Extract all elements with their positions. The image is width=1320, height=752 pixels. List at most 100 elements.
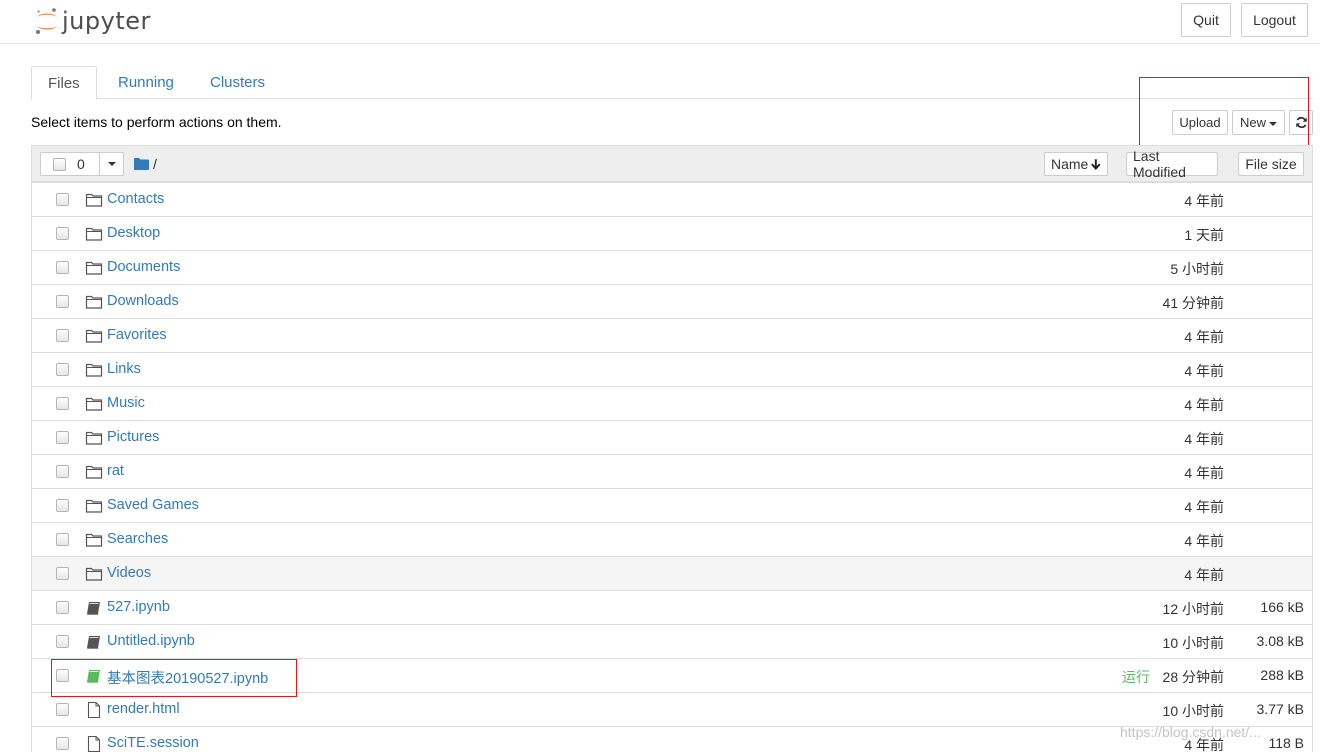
file-name-link[interactable]: Saved Games: [107, 497, 199, 513]
last-modified: 12 小时前: [1162, 601, 1224, 617]
last-modified: 5 小时前: [1170, 261, 1224, 277]
row-checkbox[interactable]: [56, 363, 69, 376]
last-modified: 4 年前: [1184, 193, 1224, 209]
row-checkbox[interactable]: [56, 227, 69, 240]
sort-by-size-button[interactable]: File size: [1238, 152, 1304, 176]
row-checkbox[interactable]: [56, 465, 69, 478]
last-modified: 1 天前: [1184, 227, 1224, 243]
file-row[interactable]: rat 4 年前: [32, 454, 1312, 488]
file-row[interactable]: Downloads 41 分钟前: [32, 284, 1312, 318]
last-modified: 4 年前: [1184, 363, 1224, 379]
jupyter-logo-icon: [36, 8, 57, 34]
file-name-link[interactable]: Pictures: [107, 429, 159, 445]
file-size: 288 kB: [1260, 667, 1304, 683]
file-row[interactable]: Pictures 4 年前: [32, 420, 1312, 454]
last-modified: 41 分钟前: [1162, 295, 1224, 311]
select-all-checkbox[interactable]: [53, 158, 66, 171]
select-dropdown-toggle[interactable]: [99, 153, 123, 175]
file-name-link[interactable]: render.html: [107, 701, 180, 717]
file-row[interactable]: Documents 5 小时前: [32, 250, 1312, 284]
file-name-link[interactable]: Untitled.ipynb: [107, 633, 195, 649]
folder-icon: [85, 429, 103, 447]
file-name-link[interactable]: Links: [107, 361, 141, 377]
folder-icon: [85, 225, 103, 243]
row-checkbox[interactable]: [56, 737, 69, 750]
file-row[interactable]: Videos 4 年前: [32, 556, 1312, 590]
file-name-link[interactable]: Favorites: [107, 327, 167, 343]
folder-icon: [85, 463, 103, 481]
selected-count: 0: [77, 156, 85, 172]
arrow-down-icon: [1091, 158, 1101, 170]
notebook-icon: [85, 633, 103, 651]
folder-icon: [85, 191, 103, 209]
breadcrumb-root[interactable]: /: [153, 156, 157, 172]
file-name-link[interactable]: Searches: [107, 531, 168, 547]
last-modified: 4 年前: [1184, 329, 1224, 345]
file-name-link[interactable]: Videos: [107, 565, 151, 581]
file-row[interactable]: render.html 10 小时前 3.77 kB: [32, 692, 1312, 726]
row-checkbox[interactable]: [56, 601, 69, 614]
file-size: 118 B: [1268, 735, 1304, 751]
quit-button[interactable]: Quit: [1181, 3, 1231, 37]
logo-text: jupyter: [62, 7, 151, 35]
file-row[interactable]: Music 4 年前: [32, 386, 1312, 420]
highlight-box-notebook: [51, 659, 297, 697]
file-row[interactable]: 527.ipynb 12 小时前 166 kB: [32, 590, 1312, 624]
last-modified: 4 年前: [1184, 431, 1224, 447]
row-checkbox[interactable]: [56, 635, 69, 648]
row-checkbox[interactable]: [56, 703, 69, 716]
instructions-text: Select items to perform actions on them.: [31, 114, 282, 130]
row-checkbox[interactable]: [56, 329, 69, 342]
sort-name-label: Name: [1051, 156, 1089, 172]
file-name-link[interactable]: Contacts: [107, 191, 164, 207]
file-row[interactable]: Searches 4 年前: [32, 522, 1312, 556]
file-row[interactable]: Contacts 4 年前: [32, 182, 1312, 216]
jupyter-logo[interactable]: jupyter: [34, 4, 151, 38]
file-name-link[interactable]: Music: [107, 395, 145, 411]
select-all-control[interactable]: 0: [40, 152, 124, 176]
row-checkbox[interactable]: [56, 261, 69, 274]
folder-icon: [85, 497, 103, 515]
caret-down-icon: [107, 162, 116, 166]
file-row[interactable]: Saved Games 4 年前: [32, 488, 1312, 522]
row-checkbox[interactable]: [56, 499, 69, 512]
row-checkbox[interactable]: [56, 193, 69, 206]
folder-icon: [85, 531, 103, 549]
last-modified: 28 分钟前: [1162, 669, 1224, 685]
tab-files[interactable]: Files: [31, 66, 97, 100]
file-name-link[interactable]: Downloads: [107, 293, 179, 309]
folder-icon: [85, 327, 103, 345]
row-checkbox[interactable]: [56, 431, 69, 444]
file-row[interactable]: Desktop 1 天前: [32, 216, 1312, 250]
file-size: 3.08 kB: [1256, 633, 1304, 649]
row-checkbox[interactable]: [56, 533, 69, 546]
file-row[interactable]: Untitled.ipynb 10 小时前 3.08 kB: [32, 624, 1312, 658]
file-icon: [85, 701, 103, 719]
folder-home-icon: [134, 158, 149, 170]
last-modified: 4 年前: [1184, 465, 1224, 481]
row-checkbox[interactable]: [56, 567, 69, 580]
header-bar: jupyter Quit Logout: [0, 0, 1320, 44]
row-checkbox[interactable]: [56, 295, 69, 308]
tab-bar: Files Running Clusters: [31, 66, 1313, 100]
breadcrumb[interactable]: /: [134, 156, 157, 172]
logout-button[interactable]: Logout: [1241, 3, 1308, 37]
highlight-box-toolbar: [1139, 77, 1309, 148]
row-checkbox[interactable]: [56, 397, 69, 410]
tab-running[interactable]: Running: [102, 66, 190, 99]
file-name-link[interactable]: SciTE.session: [107, 735, 199, 751]
running-indicator: 运行: [1122, 669, 1150, 685]
sort-by-name-button[interactable]: Name: [1044, 152, 1108, 176]
folder-icon: [85, 361, 103, 379]
file-name-link[interactable]: Desktop: [107, 225, 160, 241]
last-modified: 4 年前: [1184, 499, 1224, 515]
file-name-link[interactable]: 527.ipynb: [107, 599, 170, 615]
tab-clusters[interactable]: Clusters: [194, 66, 281, 99]
file-name-link[interactable]: rat: [107, 463, 124, 479]
sort-by-modified-button[interactable]: Last Modified: [1126, 148, 1218, 180]
file-name-link[interactable]: Documents: [107, 259, 180, 275]
file-row[interactable]: Links 4 年前: [32, 352, 1312, 386]
file-row[interactable]: Favorites 4 年前: [32, 318, 1312, 352]
last-modified: 4 年前: [1184, 397, 1224, 413]
notebook-icon: [85, 599, 103, 617]
